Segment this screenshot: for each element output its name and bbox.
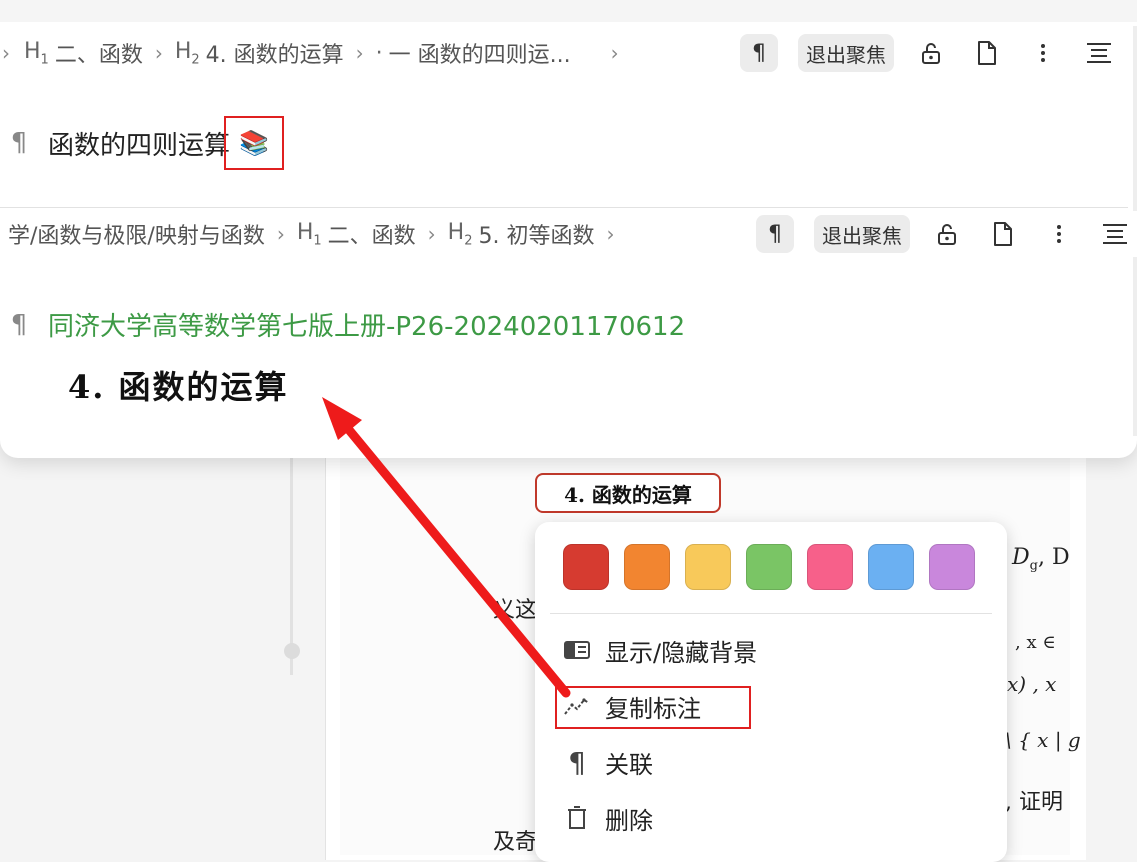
menu-separator	[550, 613, 992, 614]
file-icon[interactable]	[986, 217, 1020, 251]
unlock-icon[interactable]	[914, 36, 948, 70]
outline-timeline	[290, 440, 293, 675]
align-center-icon[interactable]	[1098, 217, 1132, 251]
align-center-icon[interactable]	[1082, 36, 1116, 70]
menu-item-toggle-background[interactable]: 显示/隐藏背景	[563, 628, 983, 672]
file-icon[interactable]	[970, 36, 1004, 70]
pdf-fragment-x-paren: x) , x	[1007, 672, 1057, 696]
list-item-icon: ·	[375, 40, 383, 66]
paragraph-icon[interactable]: ¶	[740, 34, 778, 72]
breadcrumb-path[interactable]: 学/函数与极限/映射与函数	[8, 218, 265, 250]
heading-level-icon: H1	[24, 38, 49, 68]
block-toolbar-1: ¶ 退出聚焦	[734, 30, 1130, 76]
floating-block-panel: › H1 二、函数 › H2 4. 函数的运算 › · 一 函数的四则运... …	[0, 0, 1137, 458]
breadcrumb-item[interactable]: 4. 函数的运算	[206, 37, 344, 69]
breadcrumb-bar-2: 学/函数与极限/映射与函数 › H1 二、函数 › H2 5. 初等函数 › ¶…	[8, 211, 1137, 257]
pdf-annotated-heading[interactable]: 4. 函数的运算	[535, 473, 721, 513]
pdf-fragment-x-in: , x ∈	[1015, 632, 1056, 653]
chevron-right-icon: ›	[276, 222, 285, 246]
paragraph-block-2[interactable]: ¶ 同济大学高等数学第七版上册-P26-20240201170612	[6, 306, 685, 343]
breadcrumb-bar-1: › H1 二、函数 › H2 4. 函数的运算 › · 一 函数的四则运... …	[0, 30, 1130, 76]
chevron-right-icon: ›	[154, 41, 163, 65]
annotation-image-heading: 4. 函数的运算	[68, 368, 289, 406]
chevron-right-icon: ›	[2, 41, 10, 65]
pdf-fragment-yi: 义这	[493, 598, 538, 623]
menu-item-label: 显示/隐藏背景	[605, 638, 758, 667]
more-vertical-icon[interactable]	[1042, 217, 1076, 251]
menu-item-label: 关联	[605, 750, 653, 779]
heading-level-icon: H2	[447, 219, 473, 249]
swatch-green[interactable]	[746, 544, 792, 590]
exit-focus-button[interactable]: 退出聚焦	[814, 215, 910, 253]
block-toolbar-2: ¶ 退出聚焦	[750, 211, 1137, 257]
pilcrow-icon[interactable]: ¶	[6, 310, 32, 340]
breadcrumb-item[interactable]: 二、函数	[55, 37, 143, 69]
chevron-right-icon: ›	[427, 222, 436, 246]
pdf-fragment-dg: Dg, D	[1012, 545, 1070, 574]
breadcrumb-item[interactable]: 一 函数的四则运...	[389, 37, 571, 69]
pdf-fragment-ji: 及奇	[493, 830, 538, 855]
chevron-right-icon: ›	[355, 41, 364, 65]
swatch-blue[interactable]	[868, 544, 914, 590]
paragraph-icon[interactable]: ¶	[756, 215, 794, 253]
swatch-yellow[interactable]	[685, 544, 731, 590]
block-divider	[0, 207, 1128, 208]
trash-icon	[563, 804, 591, 832]
highlight-box	[555, 686, 751, 729]
heading-level-icon: H1	[296, 219, 322, 249]
swatch-red[interactable]	[563, 544, 609, 590]
menu-item-relate[interactable]: ¶ 关联	[563, 740, 983, 784]
timeline-node[interactable]	[284, 643, 300, 659]
background-toggle-icon	[563, 636, 591, 664]
pilcrow-icon: ¶	[568, 745, 586, 779]
pdf-heading-text: 4. 函数的运算	[564, 482, 692, 507]
pdf-fragment-proof: , 证明	[1005, 790, 1063, 815]
books-emoji-icon: 📚	[224, 116, 285, 170]
more-vertical-icon[interactable]	[1026, 36, 1060, 70]
heading-level-icon: H2	[174, 38, 200, 68]
exit-focus-button[interactable]: 退出聚焦	[798, 34, 894, 72]
breadcrumb-item[interactable]: 二、函数	[328, 218, 416, 250]
pilcrow-icon[interactable]: ¶	[6, 128, 32, 158]
swatch-orange[interactable]	[624, 544, 670, 590]
panel-top-strip	[0, 0, 1137, 22]
paragraph-title: 函数的四则运算	[48, 130, 231, 161]
annotation-link[interactable]: 同济大学高等数学第七版上册-P26-20240201170612	[48, 306, 685, 343]
chevron-right-icon: ›	[606, 222, 615, 246]
breadcrumb-item[interactable]: 5. 初等函数	[479, 218, 595, 250]
pdf-fragment-set: \ { x | g	[1005, 728, 1081, 752]
menu-item-label: 删除	[605, 806, 653, 835]
color-swatches	[563, 544, 990, 590]
swatch-pink[interactable]	[807, 544, 853, 590]
unlock-icon[interactable]	[930, 217, 964, 251]
menu-item-delete[interactable]: 删除	[563, 796, 983, 840]
chevron-right-icon: ›	[610, 41, 619, 65]
swatch-purple[interactable]	[929, 544, 975, 590]
paragraph-block-1[interactable]: ¶ 函数的四则运算 📚	[6, 116, 285, 170]
